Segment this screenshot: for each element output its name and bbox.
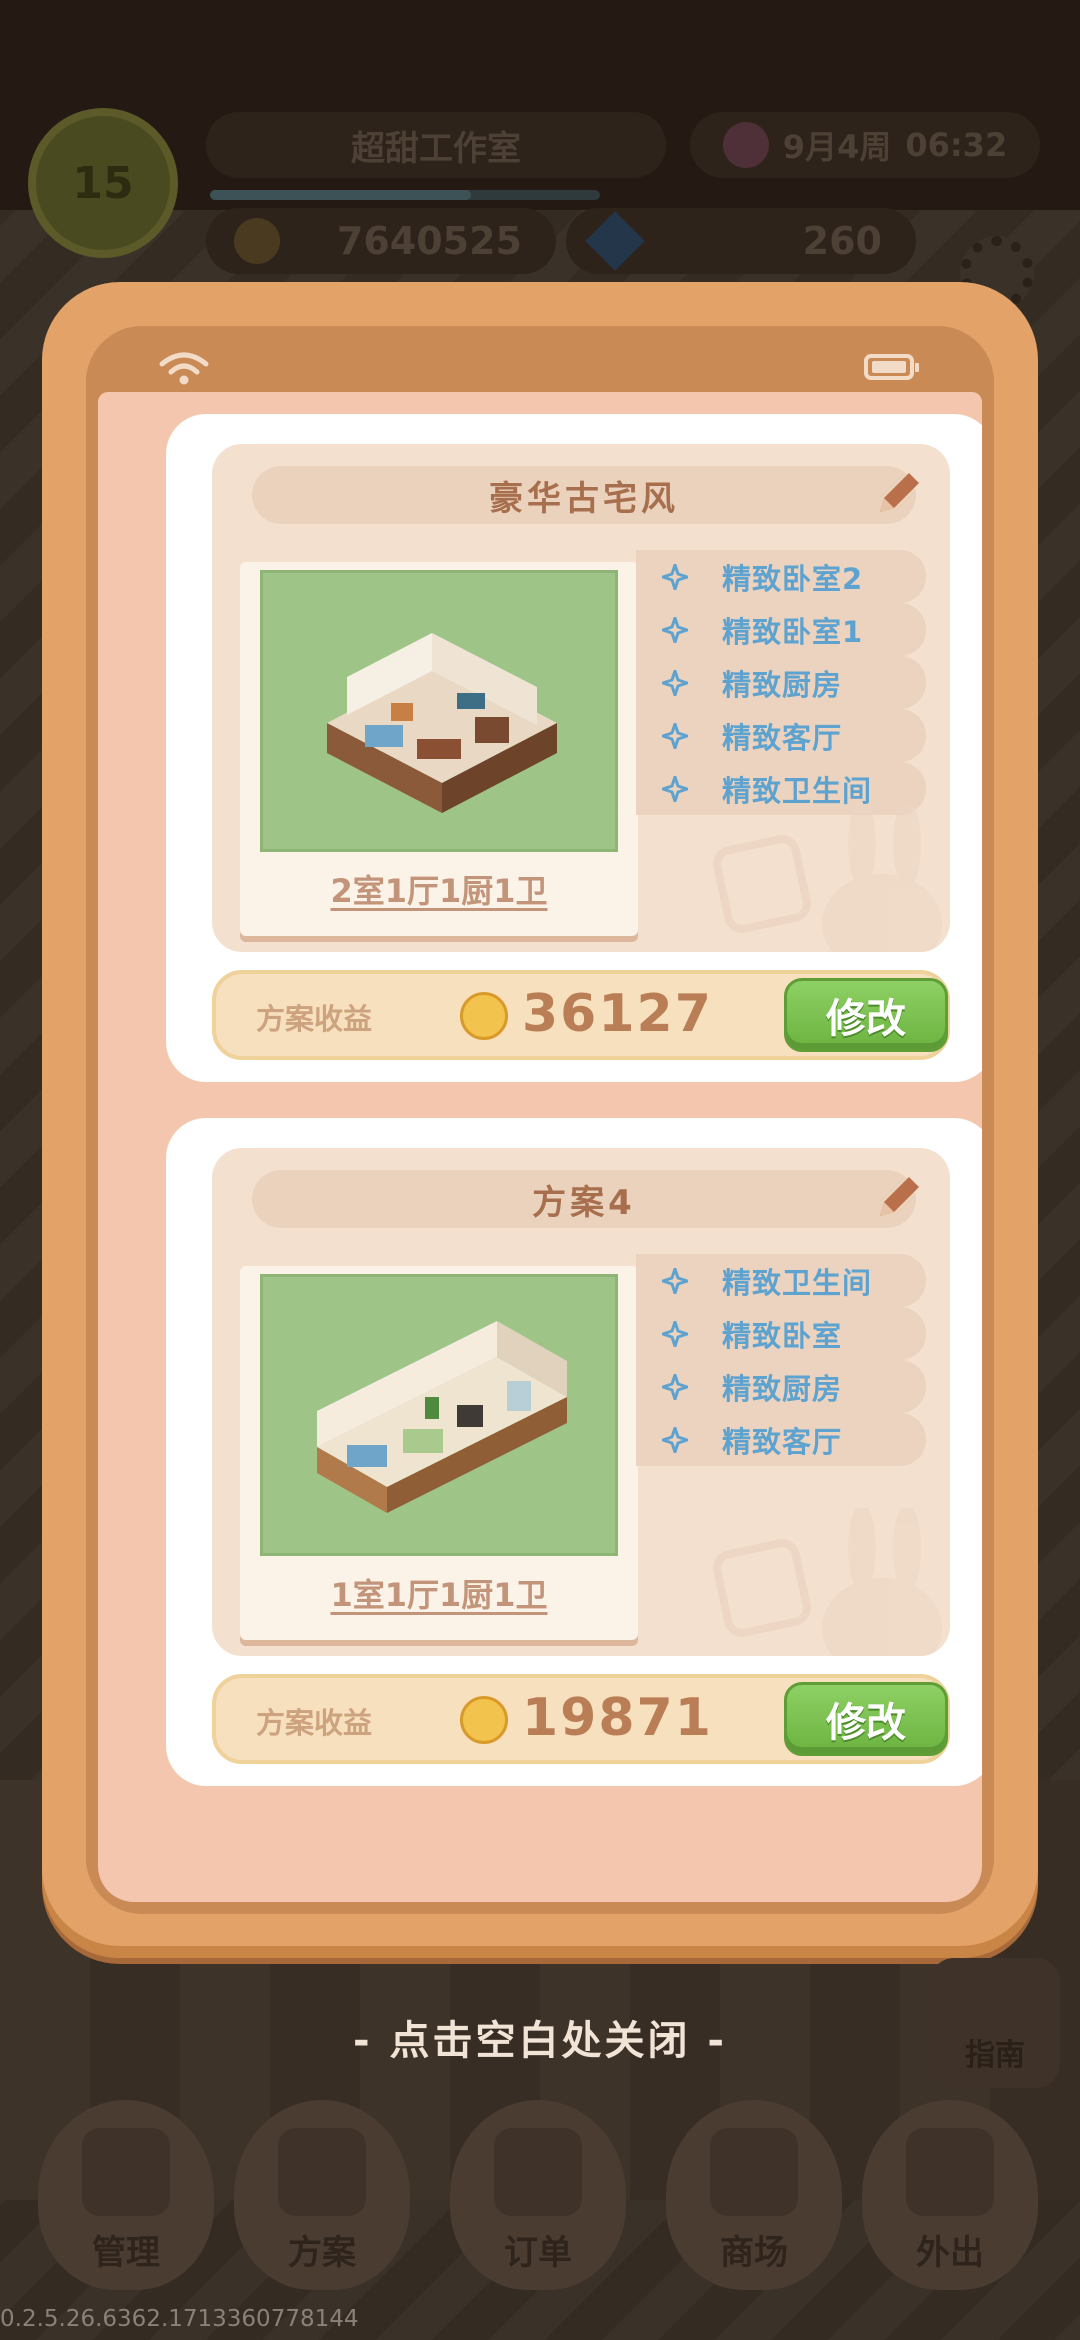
room-item: 精致卧室2 — [636, 550, 926, 603]
date-time-pill: 9月4周 06:32 — [690, 112, 1040, 178]
plan-title: 豪华古宅风 — [489, 478, 679, 519]
battery-icon — [864, 354, 919, 380]
room-item: 精致厨房 — [636, 656, 926, 709]
income-bar: 方案收益 19871 修改 — [212, 1674, 950, 1764]
income-label: 方案收益 — [256, 1002, 373, 1036]
room-item: 精致客厅 — [636, 1413, 926, 1466]
plans-modal: 豪华古宅风 2室1厅1厨1卫 精致卧室2 精致卧室1 精致厨房 精致客厅 精致卫… — [42, 282, 1038, 1958]
sparkle-icon — [662, 722, 688, 749]
sparkle-icon — [662, 1267, 688, 1294]
sparkle-icon — [662, 1373, 688, 1400]
coin-counter: 7640525 — [206, 208, 556, 274]
room-list: 精致卧室2 精致卧室1 精致厨房 精致客厅 精致卫生间 — [636, 550, 926, 815]
modify-button[interactable]: 修改 — [784, 1682, 948, 1756]
basket-icon — [710, 2128, 798, 2216]
room-name: 精致卧室 — [722, 1318, 843, 1353]
level-progress-fill — [210, 190, 472, 200]
nav-label: 管理 — [92, 2233, 160, 2273]
plan-title: 方案4 — [532, 1182, 636, 1223]
income-bar: 方案收益 36127 修改 — [212, 970, 950, 1060]
close-hint[interactable]: - 点击空白处关闭 - — [0, 2008, 1080, 2066]
modify-button[interactable]: 修改 — [784, 978, 948, 1052]
studio-name: 超甜工作室 — [351, 128, 521, 169]
guide-button[interactable]: 指南 — [930, 1958, 1060, 2088]
room-list: 精致卫生间 精致卧室 精致厨房 精致客厅 — [636, 1254, 926, 1466]
level-number: 15 — [72, 157, 134, 209]
bunny-watermark-icon — [713, 804, 942, 952]
game-time: 06:32 — [905, 126, 1008, 164]
plan-panel: 豪华古宅风 2室1厅1厨1卫 精致卧室2 精致卧室1 精致厨房 精致客厅 精致卫… — [212, 444, 950, 952]
nav-outing[interactable]: 外出 — [862, 2100, 1038, 2290]
sparkle-icon — [662, 775, 688, 802]
sparkle-icon — [662, 563, 688, 590]
room-name: 精致卧室1 — [722, 614, 864, 649]
plan-layout-label: 2室1厅1厨1卫 — [330, 872, 548, 910]
room-name: 精致卧室2 — [722, 561, 864, 596]
plan-photo-frame[interactable]: 1室1厅1厨1卫 — [240, 1266, 638, 1640]
room-item: 精致厨房 — [636, 1360, 926, 1413]
plan-title-bar: 豪华古宅风 — [252, 466, 916, 524]
room-item: 精致客厅 — [636, 709, 926, 762]
income-label: 方案收益 — [256, 1706, 373, 1740]
sakura-flower-icon — [722, 122, 769, 168]
nav-manage[interactable]: 管理 — [38, 2100, 214, 2290]
room-item: 精致卧室 — [636, 1307, 926, 1360]
plan-card: 豪华古宅风 2室1厅1厨1卫 精致卧室2 精致卧室1 精致厨房 精致客厅 精致卫… — [166, 414, 982, 1082]
plans-list[interactable]: 豪华古宅风 2室1厅1厨1卫 精致卧室2 精致卧室1 精致厨房 精致客厅 精致卫… — [98, 392, 982, 1902]
coin-icon — [460, 992, 508, 1040]
nav-label: 方案 — [288, 2233, 356, 2273]
clipboard-icon — [494, 2128, 582, 2216]
wifi-icon — [159, 352, 209, 385]
sparkle-icon — [662, 1426, 688, 1453]
coin-icon — [460, 1696, 508, 1744]
plan-panel: 方案4 1室1厅1厨1卫 精致卫生间 精致卧室 精致厨房 精致客厅 — [212, 1148, 950, 1656]
pencil-edit-icon[interactable] — [870, 462, 930, 522]
room-item: 精致卫生间 — [636, 1254, 926, 1307]
coin-amount: 7640525 — [336, 219, 522, 263]
hammer-icon — [82, 2128, 170, 2216]
room-name: 精致客厅 — [722, 720, 843, 755]
apartment-model-icon — [317, 1321, 567, 1513]
nav-label: 订单 — [504, 2233, 572, 2273]
gem-counter: 260 — [566, 208, 916, 274]
income-value: 36127 — [522, 984, 713, 1044]
game-date: 9月4周 — [782, 128, 892, 166]
nav-orders[interactable]: 订单 — [450, 2100, 626, 2290]
plan-card: 方案4 1室1厅1厨1卫 精致卫生间 精致卧室 精致厨房 精致客厅 方案收益 1… — [166, 1118, 982, 1786]
plan-title-bar: 方案4 — [252, 1170, 916, 1228]
gem-icon — [585, 211, 645, 271]
room-item: 精致卧室1 — [636, 603, 926, 656]
room-name: 精致客厅 — [722, 1424, 843, 1459]
studio-name-pill: 超甜工作室 — [206, 112, 666, 178]
income-value: 19871 — [522, 1688, 713, 1748]
sparkle-icon — [662, 616, 688, 643]
pencil-edit-icon[interactable] — [870, 1166, 930, 1226]
sparkle-icon — [662, 669, 688, 696]
level-progress-bar — [210, 190, 600, 200]
level-badge: 15 — [28, 108, 178, 258]
plan-photo-frame[interactable]: 2室1厅1厨1卫 — [240, 562, 638, 936]
plan-preview-image — [260, 1274, 618, 1556]
gem-amount: 260 — [802, 219, 882, 263]
map-icon — [906, 2128, 994, 2216]
room-name: 精致厨房 — [722, 667, 843, 702]
room-name: 精致厨房 — [722, 1371, 843, 1406]
plan-preview-image — [260, 570, 618, 852]
house-model-icon — [327, 633, 557, 813]
nav-label: 商场 — [720, 2233, 788, 2273]
nav-mall[interactable]: 商场 — [666, 2100, 842, 2290]
bunny-watermark-icon — [713, 1508, 942, 1656]
plan-layout-label: 1室1厅1厨1卫 — [330, 1576, 548, 1614]
room-name: 精致卫生间 — [722, 1265, 873, 1300]
coin-icon — [234, 218, 280, 264]
nav-label: 外出 — [916, 2233, 984, 2273]
version-label: 0.2.5.26.6362.1713360778144 — [0, 2306, 359, 2332]
sparkle-icon — [662, 1320, 688, 1347]
blueprint-icon — [278, 2128, 366, 2216]
bottom-nav: 管理 方案 订单 商场 外出 — [0, 2100, 1080, 2300]
nav-plans[interactable]: 方案 — [234, 2100, 410, 2290]
